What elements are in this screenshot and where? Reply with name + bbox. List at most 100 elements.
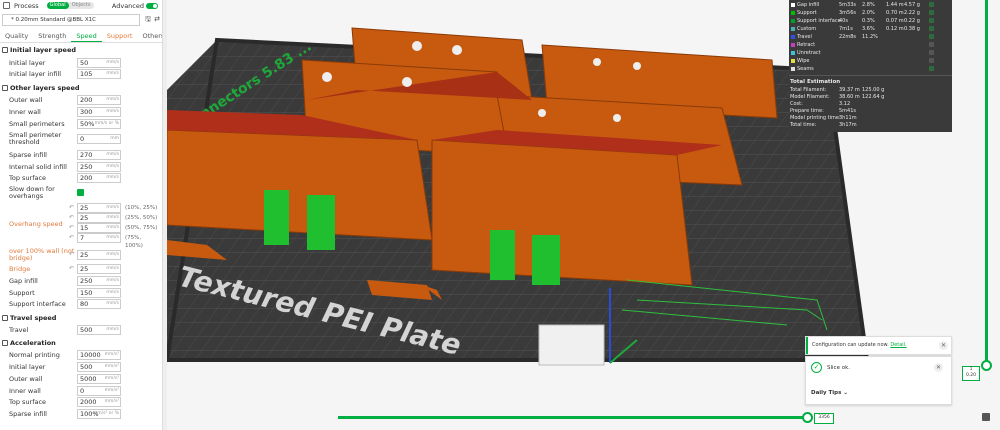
reset-icon[interactable]: ↶ [69,251,74,259]
reset-icon[interactable]: ↶ [69,234,74,242]
detail-link[interactable]: Detail. [890,342,906,348]
setting-row: Outer wall 200 mm/s [0,95,160,105]
advanced-toggle[interactable] [146,2,158,9]
setting-input[interactable]: 25 mm/s [77,213,121,223]
reset-icon[interactable]: ↶ [69,214,74,222]
legend-checkbox[interactable] [929,18,934,23]
setting-input[interactable]: 5000 mm/s² [77,374,121,384]
legend-checkbox[interactable] [929,2,934,7]
legend-checkbox[interactable] [929,10,934,15]
legend-row[interactable]: Unretract [789,49,952,57]
setting-row: Initial layer 500 mm/s² [0,362,160,372]
compare-preset-icon[interactable]: ⇄ [153,15,161,24]
setting-input[interactable]: 10000 mm/s² [77,350,121,360]
legend-row[interactable]: Support interface 40s 0.3% 0.07 m 0.22 g [789,17,952,25]
setting-row: Inner wall 0 mm/s² [0,386,160,396]
setting-input[interactable]: 50% mm/s or % [77,119,121,129]
legend-row[interactable]: Travel 22m8s 11.2% [789,33,952,41]
legend-row[interactable]: Support 3m56s 2.0% 0.70 m 2.22 g [789,9,952,17]
setting-row: Small perimeter threshold 0 mm [0,132,160,146]
estimation-title: Total Estimation [790,79,841,85]
setting-input[interactable]: 200 mm/s [77,173,121,183]
setting-row: over 100% wall (not bridge) ↶ 25 mm/s [0,248,160,262]
close-icon[interactable]: ✕ [934,363,943,372]
layer-slider-track[interactable] [985,0,988,366]
preset-select[interactable]: * 0.20mm Standard @BBL X1C [2,14,140,26]
setting-input[interactable]: 150 mm/s [77,288,121,298]
layers-icon[interactable] [982,413,990,421]
setting-input[interactable]: 80 mm/s [77,299,121,309]
setting-row: Initial layer infill 105 mm/s [0,69,160,79]
move-slider-track[interactable] [338,416,808,419]
setting-row: Normal printing 10000 mm/s² [0,350,160,360]
tab-quality[interactable]: Quality [0,30,33,42]
setting-input[interactable]: 25 mm/s [77,264,121,274]
slice-notification: ✓ Slice ok. ✕ Daily Tips ⌄ [805,356,952,405]
setting-input[interactable]: 25 mm/s [77,203,121,213]
setting-label: Inner wall [9,387,41,395]
config-notification: Configuration can update now. Detail. ✕ [805,336,952,355]
notification-bar [806,337,808,354]
legend-row[interactable]: Wipe [789,57,952,65]
layer-slider-handle[interactable] [981,360,992,371]
legend-checkbox[interactable] [929,26,934,31]
setting-input[interactable]: 0 mm [77,134,121,144]
setting-label: Outer wall [9,96,43,104]
setting-input[interactable]: 200 mm/s [77,95,121,105]
legend-checkbox[interactable] [929,34,934,39]
config-text: Configuration can update now. Detail. [812,342,907,348]
setting-input[interactable]: 0 mm/s² [77,386,121,396]
plate-corner-square [538,324,605,366]
legend-swatch [791,59,795,63]
reset-icon[interactable]: ↶ [69,204,74,212]
legend-row[interactable]: Custom 7m1s 3.6% 0.12 m 0.38 g [789,25,952,33]
tab-support[interactable]: Support [102,30,138,42]
setting-input[interactable]: 25 mm/s [77,250,121,260]
save-preset-icon[interactable]: 🖫 [144,15,152,24]
legend-row[interactable]: Seams [789,65,952,73]
setting-input[interactable]: 300 mm/s [77,107,121,117]
estimation-row: Model printing time: 3h11m [790,115,857,121]
setting-input[interactable]: 105 mm/s [77,69,121,79]
legend-swatch [791,67,795,71]
setting-input[interactable]: 500 mm/s [77,325,121,335]
legend-swatch [791,43,795,47]
setting-input[interactable]: 15 mm/s [77,223,121,233]
legend-row[interactable]: Gap infill 5m33s 2.8% 1.44 m 4.57 g [789,1,952,9]
slowdown-checkbox[interactable] [77,189,84,196]
setting-input[interactable]: 100% mm/s² or % [77,409,121,419]
daily-tips[interactable]: Daily Tips ⌄ [811,390,848,396]
setting-input[interactable]: 7 mm/s [77,233,121,243]
tab-others[interactable]: Others [137,30,162,42]
tab-strength[interactable]: Strength [33,30,71,42]
legend-checkbox[interactable] [929,66,934,71]
legend-row[interactable]: Retract [789,41,952,49]
overhang-range: (50%, 75%) [125,225,158,231]
mode-objects[interactable]: Objects [69,2,94,9]
setting-input[interactable]: 250 mm/s [77,162,121,172]
setting-label: Initial layer infill [9,70,62,78]
section-title: Acceleration [10,339,56,347]
mode-global[interactable]: Global [46,2,69,9]
setting-row: Inner wall 300 mm/s [0,107,160,117]
section-acceleration: Acceleration [0,338,160,348]
legend-checkbox[interactable] [929,42,934,47]
estimation-row: Prepare time: 5m41s [790,108,857,114]
reset-icon[interactable]: ↶ [69,265,74,273]
setting-row: Internal solid infill 250 mm/s [0,162,160,172]
mode-switch[interactable]: Global Objects [46,2,94,9]
legend-checkbox[interactable] [929,58,934,63]
setting-row: Top surface 2000 mm/s² [0,397,160,407]
move-slider-handle[interactable] [802,412,813,423]
tab-speed[interactable]: Speed [71,30,102,42]
section-other-layers-speed: Other layers speed [0,83,160,93]
setting-input[interactable]: 250 mm/s [77,276,121,286]
setting-input[interactable]: 500 mm/s² [77,362,121,372]
setting-input[interactable]: 2000 mm/s² [77,397,121,407]
setting-input[interactable]: 50 mm/s [77,58,121,68]
reset-icon[interactable]: ↶ [69,224,74,232]
legend-checkbox[interactable] [929,50,934,55]
setting-row: Outer wall 5000 mm/s² [0,374,160,384]
close-icon[interactable]: ✕ [939,341,948,350]
setting-input[interactable]: 270 mm/s [77,150,121,160]
